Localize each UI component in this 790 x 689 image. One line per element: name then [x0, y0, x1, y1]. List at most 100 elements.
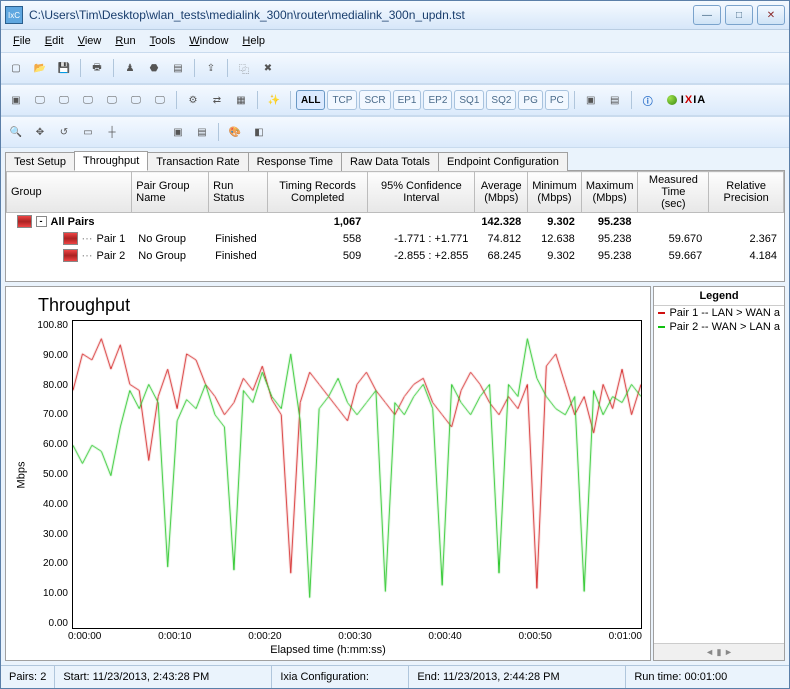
palette-icon[interactable]: 🎨 [224, 121, 246, 143]
view2-icon[interactable]: ▤ [604, 89, 626, 111]
copy-icon[interactable]: ⿻ [233, 57, 255, 79]
col-header[interactable]: Group [7, 172, 132, 213]
toolbar-chart: 🔍 ✥ ↺ ▭ ┼ ▣ ▤ 🎨 ◧ [1, 116, 789, 148]
color-icon[interactable]: ◧ [248, 121, 270, 143]
flow-icon[interactable]: ⇄ [206, 89, 228, 111]
open-icon[interactable]: 📂 [29, 57, 51, 79]
chart-opt2-icon[interactable]: ▤ [191, 121, 213, 143]
clear-icon[interactable]: ▤ [167, 57, 189, 79]
status-end: End: 11/23/2013, 2:44:28 PM [409, 666, 626, 688]
filter-ep2[interactable]: EP2 [423, 90, 452, 110]
info-icon[interactable]: ⓘ [637, 89, 659, 111]
filter-sq1[interactable]: SQ1 [454, 90, 484, 110]
pair-icon [17, 215, 32, 228]
filter-tcp[interactable]: TCP [327, 90, 357, 110]
table-row[interactable]: ⋯ Pair 1No GroupFinished558-1.771 : +1.7… [7, 230, 784, 247]
delete-icon[interactable]: ✖ [257, 57, 279, 79]
col-header[interactable]: Measured Time (sec) [638, 172, 709, 213]
zoom-icon[interactable]: 🔍 [5, 121, 27, 143]
wand-icon[interactable]: ✨ [263, 89, 285, 111]
menu-edit[interactable]: Edit [39, 33, 70, 49]
statusbar: Pairs: 2 Start: 11/23/2013, 2:43:28 PM I… [1, 665, 789, 688]
window-title: C:\Users\Tim\Desktop\wlan_tests\medialin… [29, 8, 693, 22]
status-config: Ixia Configuration: [272, 666, 409, 688]
tab-raw-data-totals[interactable]: Raw Data Totals [341, 152, 439, 171]
export-icon[interactable]: ⇪ [200, 57, 222, 79]
filter-pg[interactable]: PG [518, 90, 542, 110]
col-header[interactable]: Relative Precision [709, 172, 784, 213]
table-row[interactable]: - All Pairs1,067142.3289.30295.238 [7, 213, 784, 231]
legend-item[interactable]: Pair 1 -- LAN > WAN a [654, 306, 784, 320]
print-icon[interactable]: 🖶 [86, 57, 108, 79]
menu-run[interactable]: Run [109, 33, 141, 49]
y-axis-label: Mbps [15, 461, 27, 488]
filter-all[interactable]: ALL [296, 90, 325, 110]
y-ticks: 100.8090.0080.0070.0060.0050.0040.0030.0… [28, 320, 72, 629]
pair-icon[interactable]: ▣ [5, 89, 27, 111]
pan-icon[interactable]: ✥ [29, 121, 51, 143]
tab-transaction-rate[interactable]: Transaction Rate [147, 152, 248, 171]
col-header[interactable]: Minimum (Mbps) [528, 172, 582, 213]
col-header[interactable]: Pair Group Name [132, 172, 209, 213]
col-header[interactable]: 95% Confidence Interval [368, 172, 475, 213]
monitor4-icon[interactable]: 🖵 [101, 89, 123, 111]
results-grid[interactable]: GroupPair Group NameRun StatusTiming Rec… [5, 170, 785, 282]
pair-icon [63, 249, 78, 262]
brand-text: IXIA [681, 94, 706, 106]
menu-window[interactable]: Window [183, 33, 234, 49]
monitor1-icon[interactable]: 🖵 [29, 89, 51, 111]
chart-panel: Throughput Mbps 100.8090.0080.0070.0060.… [5, 286, 651, 661]
status-runtime: Run time: 00:01:00 [626, 666, 735, 688]
filter-sq2[interactable]: SQ2 [486, 90, 516, 110]
tab-strip: Test SetupThroughputTransaction RateResp… [1, 148, 789, 170]
new-icon[interactable]: ▢ [5, 57, 27, 79]
stop-icon[interactable]: ⬣ [143, 57, 165, 79]
app-window: IxC C:\Users\Tim\Desktop\wlan_tests\medi… [0, 0, 790, 689]
monitor2-icon[interactable]: 🖵 [53, 89, 75, 111]
menu-help[interactable]: Help [236, 33, 271, 49]
monitor5-icon[interactable]: 🖵 [125, 89, 147, 111]
select-icon[interactable]: ▭ [77, 121, 99, 143]
chart-plot[interactable] [72, 320, 642, 629]
x-ticks: 0:00:000:00:100:00:200:00:300:00:400:00:… [68, 631, 642, 642]
menu-view[interactable]: View [72, 33, 108, 49]
menubar: FileEditViewRunToolsWindowHelp [1, 30, 789, 52]
chart-opt1-icon[interactable]: ▣ [167, 121, 189, 143]
chart-title: Throughput [38, 295, 642, 316]
run-icon[interactable]: ♟ [119, 57, 141, 79]
col-header[interactable]: Timing Records Completed [267, 172, 367, 213]
app-icon: IxC [5, 6, 23, 24]
config-icon[interactable]: ⚙ [182, 89, 204, 111]
tab-response-time[interactable]: Response Time [248, 152, 342, 171]
filter-ep1[interactable]: EP1 [393, 90, 422, 110]
legend-item[interactable]: Pair 2 -- WAN > LAN a [654, 320, 784, 334]
filter-pc[interactable]: PC [545, 90, 569, 110]
legend-scrollbar[interactable]: ◄ ▮ ► [654, 643, 784, 660]
col-header[interactable]: Average (Mbps) [475, 172, 528, 213]
toolbar-main: ▢ 📂 💾 🖶 ♟ ⬣ ▤ ⇪ ⿻ ✖ [1, 52, 789, 84]
tab-endpoint-configuration[interactable]: Endpoint Configuration [438, 152, 568, 171]
tab-throughput[interactable]: Throughput [74, 151, 148, 171]
col-header[interactable]: Maximum (Mbps) [581, 172, 638, 213]
filter-scr[interactable]: SCR [359, 90, 390, 110]
track-icon[interactable]: ┼ [101, 121, 123, 143]
maximize-button[interactable]: □ [725, 5, 753, 25]
save-icon[interactable]: 💾 [53, 57, 75, 79]
view1-icon[interactable]: ▣ [580, 89, 602, 111]
menu-tools[interactable]: Tools [144, 33, 182, 49]
monitor6-icon[interactable]: 🖵 [149, 89, 171, 111]
legend-title: Legend [654, 287, 784, 306]
group-icon[interactable]: ▦ [230, 89, 252, 111]
monitor3-icon[interactable]: 🖵 [77, 89, 99, 111]
table-row[interactable]: ⋯ Pair 2No GroupFinished509-2.855 : +2.8… [7, 247, 784, 264]
titlebar: IxC C:\Users\Tim\Desktop\wlan_tests\medi… [1, 1, 789, 30]
brand-dot-icon [667, 95, 677, 105]
col-header[interactable]: Run Status [209, 172, 268, 213]
pair-icon [63, 232, 78, 245]
reset-icon[interactable]: ↺ [53, 121, 75, 143]
close-button[interactable]: ✕ [757, 5, 785, 25]
menu-file[interactable]: File [7, 33, 37, 49]
legend-panel: Legend Pair 1 -- LAN > WAN aPair 2 -- WA… [653, 286, 785, 661]
tab-test-setup[interactable]: Test Setup [5, 152, 75, 171]
minimize-button[interactable]: — [693, 5, 721, 25]
